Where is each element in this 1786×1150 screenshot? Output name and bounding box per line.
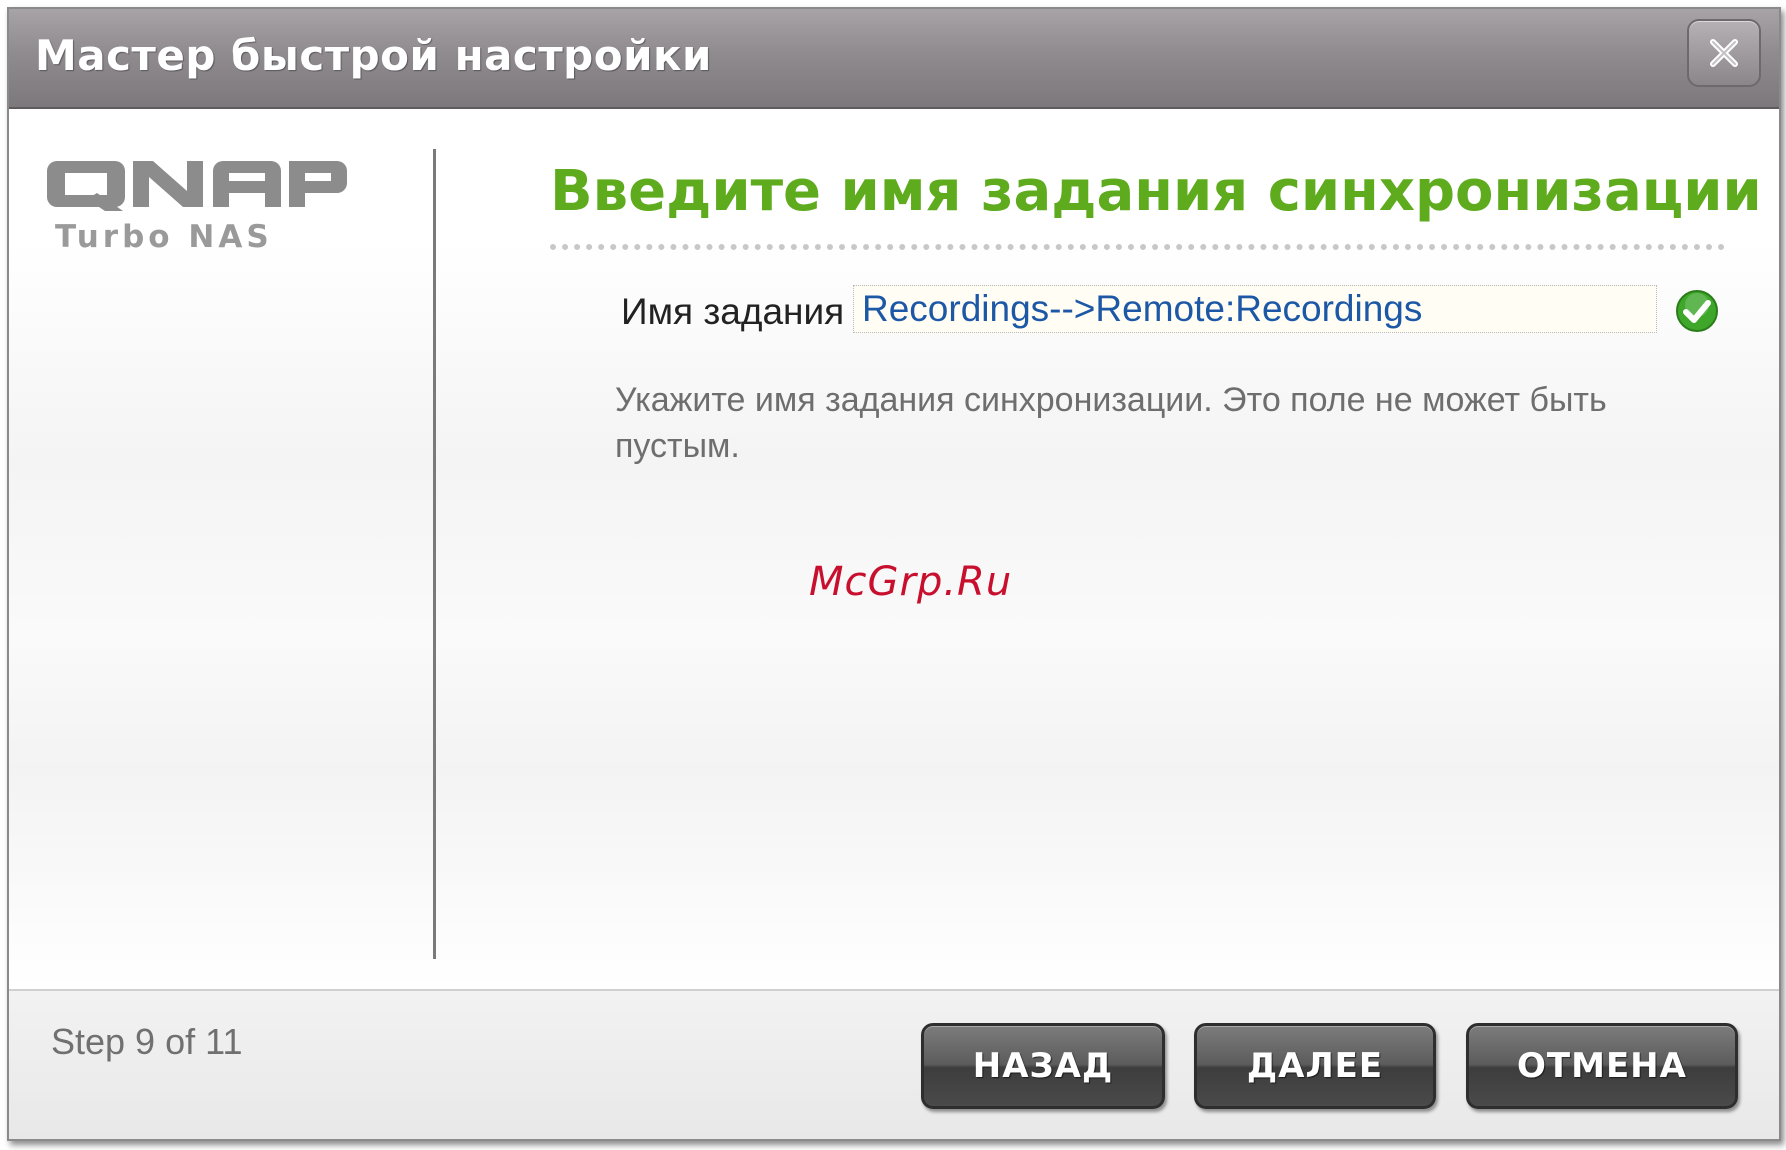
check-circle-icon [1676,290,1718,332]
watermark-text: McGrp.Ru [809,559,1013,605]
left-panel: Turbo NAS [9,109,429,989]
logo-subtitle: Turbo NAS [55,219,273,255]
close-icon [1710,39,1738,67]
close-button[interactable] [1687,19,1761,87]
panel-divider [433,149,436,959]
wizard-footer: Step 9 of 11 НАЗАД ДАЛЕЕ ОТМЕНА [9,989,1779,1139]
title-bar[interactable]: Мастер быстрой настройки [9,9,1779,109]
job-name-label: Имя задания [621,291,845,332]
wizard-dialog: Мастер быстрой настройки Turbo NAS Введи… [7,7,1781,1141]
qnap-logo: Turbo NAS [47,149,347,259]
cancel-button[interactable]: ОТМЕНА [1466,1023,1738,1109]
help-text: Укажите имя задания синхронизации. Это п… [615,381,1607,465]
step-indicator: Step 9 of 11 [51,1021,243,1062]
wizard-body: Turbo NAS Введите имя задания синхрониза… [9,109,1779,989]
job-name-input[interactable] [853,285,1657,333]
back-button[interactable]: НАЗАД [921,1023,1165,1109]
qnap-logo-mark [47,161,347,211]
page-title: Введите имя задания синхронизации [550,159,1762,224]
window-title: Мастер быстрой настройки [35,31,712,80]
next-button[interactable]: ДАЛЕЕ [1194,1023,1436,1109]
heading-separator [550,244,1725,250]
